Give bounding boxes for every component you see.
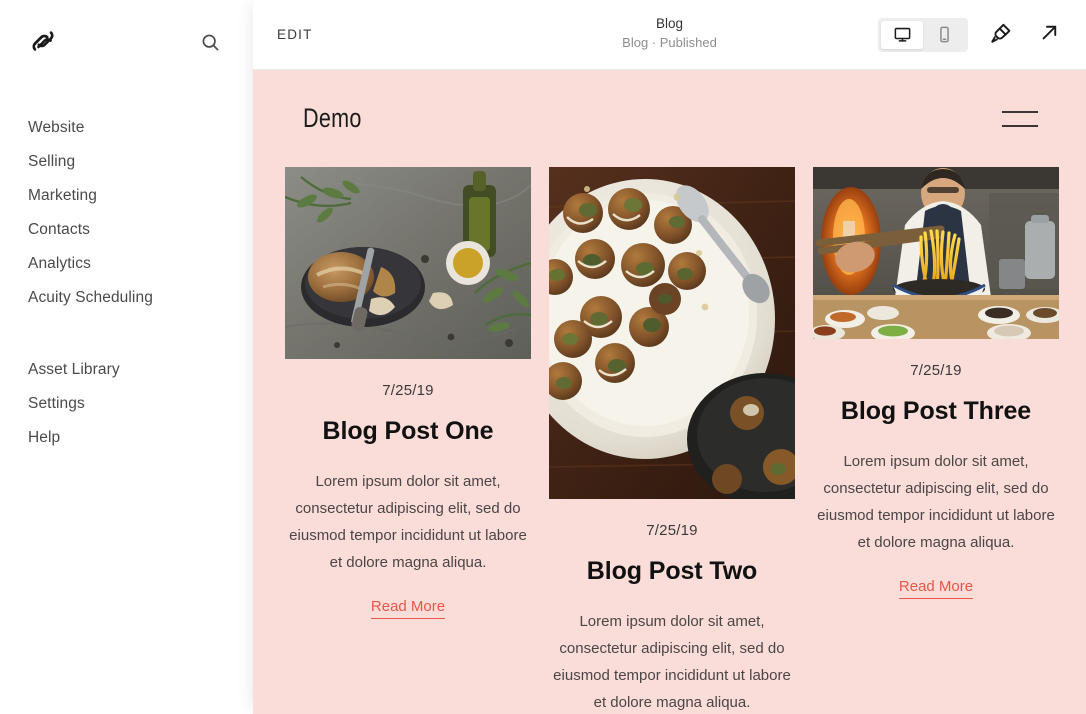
- preview-toolbar: EDIT Blog Blog · Published: [253, 0, 1086, 70]
- site-styles-button[interactable]: [986, 20, 1016, 50]
- post-excerpt: Lorem ipsum dolor sit amet, consectetur …: [553, 613, 791, 711]
- edit-button[interactable]: EDIT: [277, 27, 313, 42]
- read-more-link[interactable]: Read More: [370, 597, 446, 619]
- post-date: 7/25/19: [382, 382, 434, 399]
- search-icon[interactable]: [195, 27, 225, 57]
- blog-post-card: 7/25/19 Blog Post Two Lorem ipsum dolor …: [549, 167, 795, 714]
- site-brand-title[interactable]: Demo: [303, 103, 362, 134]
- post-date: 7/25/19: [910, 362, 962, 379]
- squarespace-logo-icon[interactable]: [28, 26, 58, 56]
- blog-post-card: 7/25/19 Blog Post Three Lorem ipsum dolo…: [813, 167, 1059, 599]
- post-excerpt: Lorem ipsum dolor sit amet, consectetur …: [817, 453, 1055, 551]
- post-date: 7/25/19: [646, 522, 698, 539]
- sidebar-item-website[interactable]: Website: [0, 111, 253, 145]
- sidebar-item-settings[interactable]: Settings: [0, 387, 253, 421]
- blog-post-grid: 7/25/19 Blog Post One Lorem ipsum dolor …: [253, 167, 1086, 714]
- device-toggle: [878, 17, 968, 52]
- sidebar-item-asset-library[interactable]: Asset Library: [0, 353, 253, 387]
- site-header: Demo: [253, 70, 1086, 167]
- post-excerpt: Lorem ipsum dolor sit amet, consectetur …: [289, 473, 527, 571]
- desktop-view-button[interactable]: [881, 20, 923, 49]
- sidebar-item-help[interactable]: Help: [0, 421, 253, 455]
- blog-post-card: 7/25/19 Blog Post One Lorem ipsum dolor …: [285, 167, 531, 619]
- escargot-on-white-plate-photo[interactable]: [549, 167, 795, 499]
- bread-and-olive-oil-photo[interactable]: [285, 167, 531, 359]
- toolbar-actions: [878, 17, 1064, 52]
- mobile-view-button[interactable]: [923, 21, 965, 49]
- sidebar-item-acuity-scheduling[interactable]: Acuity Scheduling: [0, 281, 253, 315]
- sidebar-item-selling[interactable]: Selling: [0, 145, 253, 179]
- sidebar-item-marketing[interactable]: Marketing: [0, 179, 253, 213]
- site-preview-canvas: Demo 7/25/19 Blog Post One Lorem ipsum d…: [253, 70, 1086, 714]
- sidebar-header: [0, 0, 253, 92]
- sidebar-item-analytics[interactable]: Analytics: [0, 247, 253, 281]
- post-title[interactable]: Blog Post Two: [549, 556, 795, 586]
- post-title[interactable]: Blog Post Three: [813, 396, 1059, 426]
- hamburger-bar: [1002, 124, 1038, 127]
- hamburger-menu-icon[interactable]: [1002, 110, 1038, 127]
- post-title[interactable]: Blog Post One: [285, 416, 531, 446]
- paintbrush-icon: [989, 20, 1014, 50]
- open-site-button[interactable]: [1034, 20, 1064, 50]
- sidebar-secondary-nav: Asset Library Settings Help: [0, 353, 253, 455]
- hamburger-bar: [1002, 110, 1038, 113]
- site-page: Demo 7/25/19 Blog Post One Lorem ipsum d…: [253, 70, 1086, 714]
- sidebar: Website Selling Marketing Contacts Analy…: [0, 0, 253, 714]
- sidebar-primary-nav: Website Selling Marketing Contacts Analy…: [0, 111, 253, 315]
- preview-panel: EDIT Blog Blog · Published Demo 7/25/19 …: [253, 0, 1086, 714]
- chef-lifting-ramen-noodles-photo[interactable]: [813, 167, 1059, 339]
- squarespace-editor: Website Selling Marketing Contacts Analy…: [0, 0, 1086, 714]
- sidebar-item-contacts[interactable]: Contacts: [0, 213, 253, 247]
- read-more-link[interactable]: Read More: [898, 577, 974, 599]
- desktop-icon: [893, 25, 912, 44]
- external-link-arrow-icon: [1038, 21, 1061, 49]
- mobile-icon: [935, 25, 954, 44]
